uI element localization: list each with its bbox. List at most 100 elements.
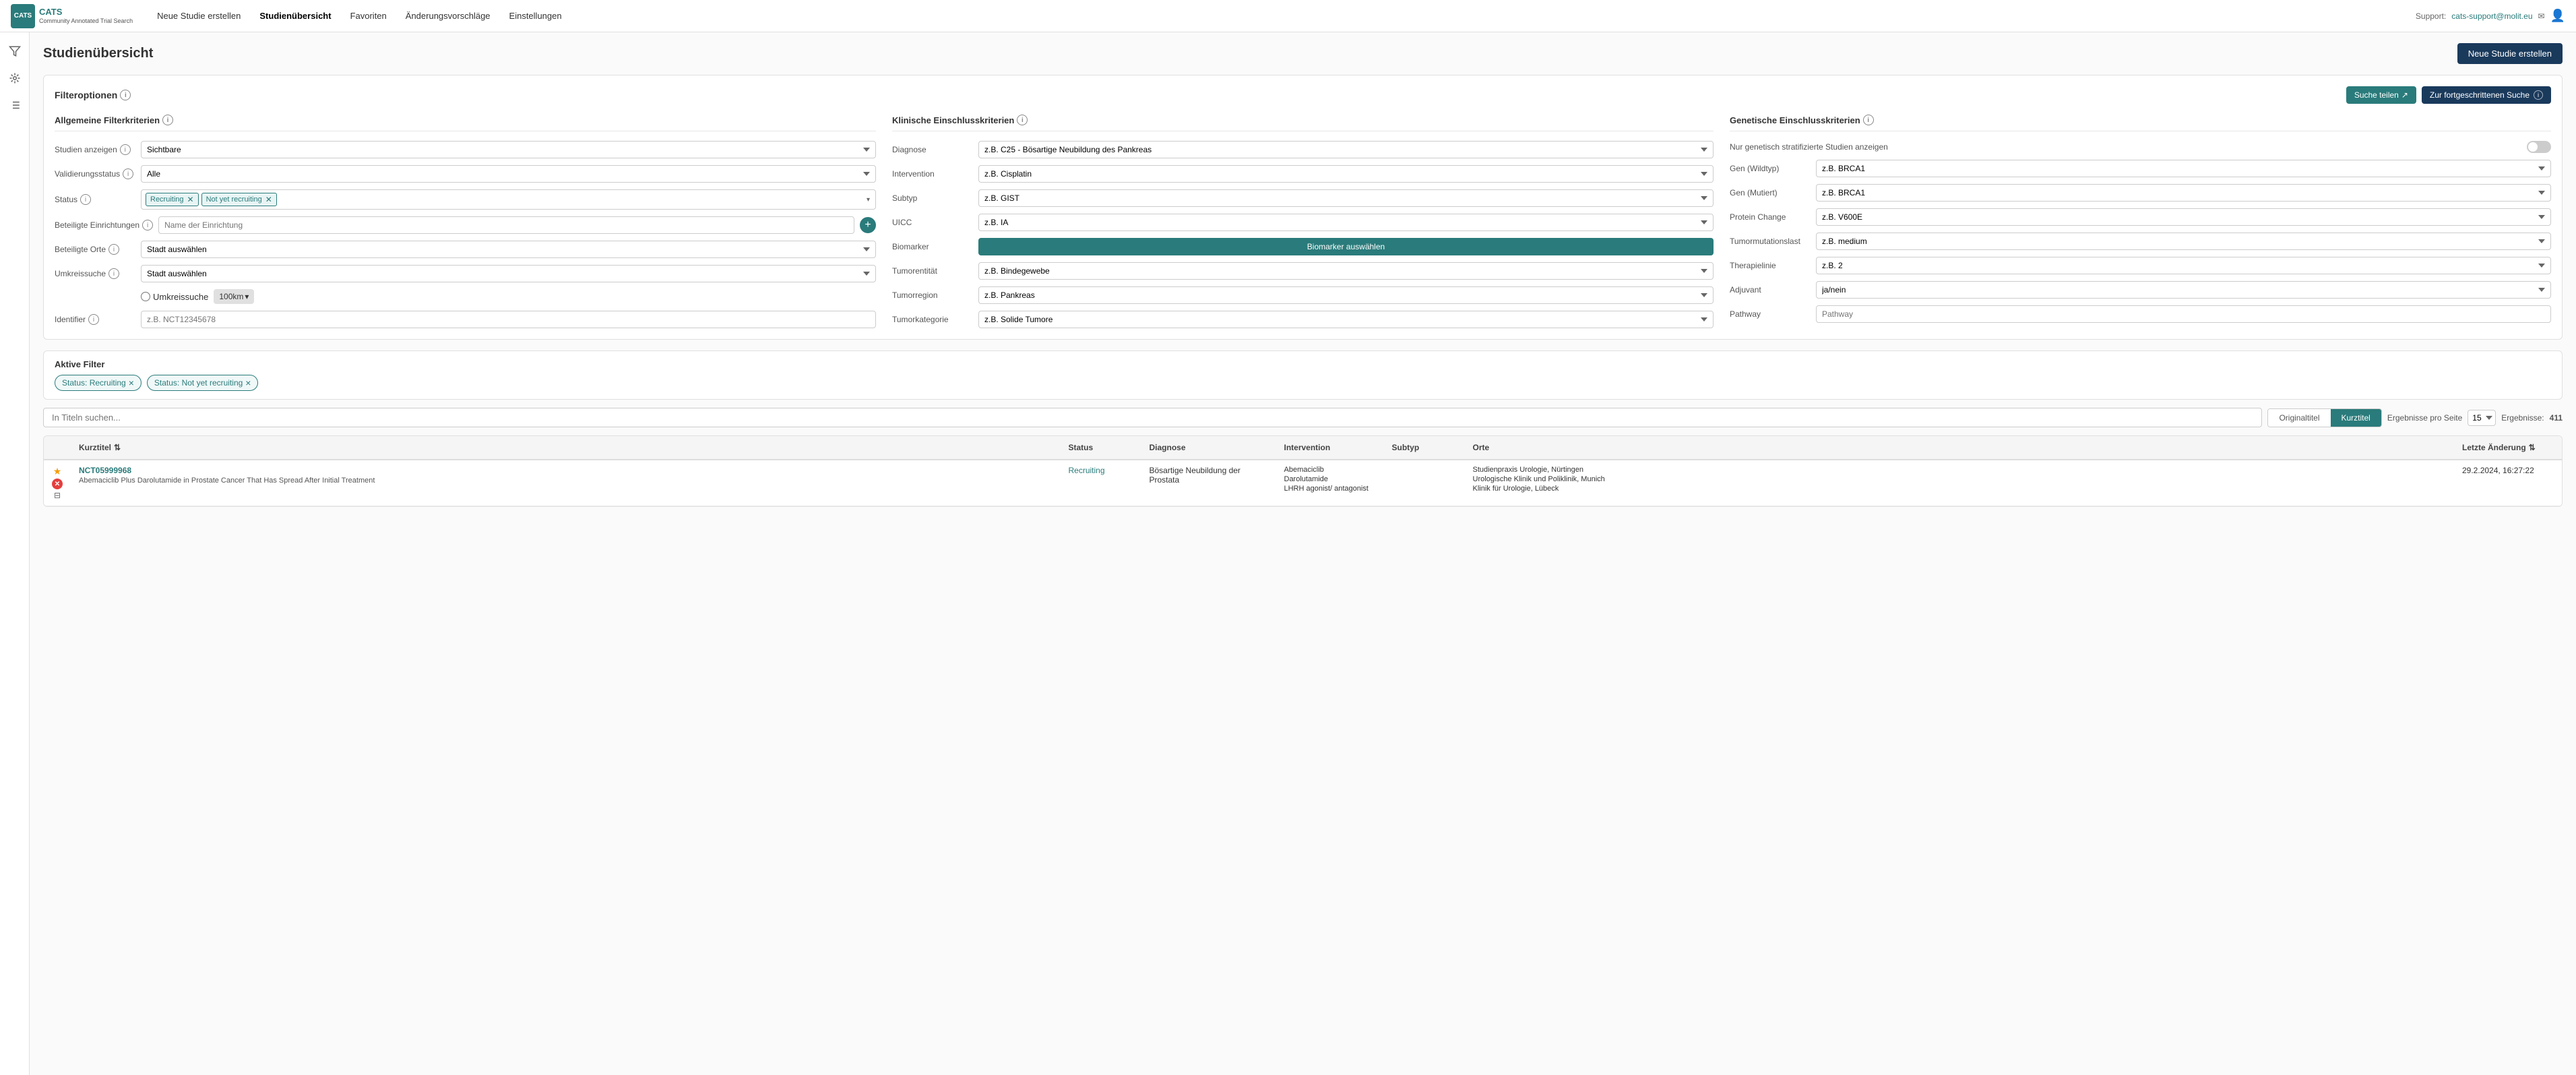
studien-anzeigen-info[interactable]: i	[120, 144, 131, 155]
nav-einstellungen[interactable]: Einstellungen	[501, 7, 570, 25]
gen-mutiert-select[interactable]: z.B. BRCA1	[1816, 184, 2551, 202]
uicc-select[interactable]: z.B. IA	[978, 214, 1714, 231]
beteiligte-orte-select[interactable]: Stadt auswählen	[141, 241, 876, 258]
umkreissuche-radio-label: Umkreissuche	[153, 292, 208, 302]
status-dropdown-arrow[interactable]: ▾	[865, 195, 871, 205]
diagnose-label: Diagnose	[892, 145, 973, 154]
intervention-select[interactable]: z.B. Cisplatin	[978, 165, 1714, 183]
clinical-info-icon[interactable]: i	[1017, 115, 1028, 125]
status-tag-recruiting[interactable]: Recruiting ✕	[146, 193, 199, 206]
advanced-search-button[interactable]: Zur fortgeschrittenen Suche i	[2422, 86, 2551, 104]
tumorentität-select[interactable]: z.B. Bindegewebe	[978, 262, 1714, 280]
sidebar-filter-icon[interactable]	[4, 40, 26, 62]
protein-change-select[interactable]: z.B. V600E	[1816, 208, 2551, 226]
study-nct-link[interactable]: NCT05999968	[79, 466, 131, 475]
active-filters-section: Aktive Filter Status: Recruiting × Statu…	[43, 350, 2563, 400]
status-label: Status i	[55, 194, 135, 205]
status-filter-container[interactable]: Recruiting ✕ Not yet recruiting ✕ ▾	[141, 189, 876, 210]
filter-header: Filteroptionen i Suche teilen ↗ Zur fort…	[55, 86, 2551, 104]
study-subtitle: Abemaciclib Plus Darolutamide in Prostat…	[79, 477, 1053, 485]
identifier-row: Identifier i	[55, 311, 876, 328]
new-study-button-top[interactable]: Neue Studie erstellen	[2457, 43, 2563, 64]
th-letzte-aenderung[interactable]: Letzte Änderung ⇅	[2454, 436, 2562, 459]
subtyp-select[interactable]: z.B. GIST	[978, 189, 1714, 207]
tab-kurz[interactable]: Kurztitel	[2331, 409, 2381, 427]
validierungsstatus-info[interactable]: i	[123, 168, 133, 179]
nav-favoriten[interactable]: Favoriten	[342, 7, 395, 25]
tumorregion-select[interactable]: z.B. Pankreas	[978, 286, 1714, 304]
beteiligte-einrichtungen-label: Beteiligte Einrichtungen i	[55, 220, 153, 231]
tumorkategorie-select[interactable]: z.B. Solide Tumore	[978, 311, 1714, 328]
clinical-filters-col: Klinische Einschlusskriterien i Diagnose…	[892, 115, 1714, 328]
star-icon[interactable]: ★	[53, 466, 62, 477]
pathway-row: Pathway	[1730, 305, 2551, 323]
th-kurztitel[interactable]: Kurztitel ⇅	[71, 436, 1061, 459]
nav-links: Neue Studie erstellen Studienübersicht F…	[149, 7, 570, 25]
status-info[interactable]: i	[80, 194, 91, 205]
therapielinie-select[interactable]: z.B. 2	[1816, 257, 2551, 274]
general-info-icon[interactable]: i	[162, 115, 173, 125]
nur-genetisch-label: Nur genetisch stratifizierte Studien anz…	[1730, 142, 2521, 152]
tab-original[interactable]: Originaltitel	[2268, 409, 2330, 427]
biomarker-button[interactable]: Biomarker auswählen	[978, 238, 1714, 255]
tumormutationslast-select[interactable]: z.B. medium	[1816, 233, 2551, 250]
identifier-label: Identifier i	[55, 314, 135, 325]
share-search-button[interactable]: Suche teilen ↗	[2346, 86, 2416, 104]
umkreissuche-info[interactable]: i	[108, 268, 119, 279]
umkreissuche-city-select[interactable]: Stadt auswählen	[141, 265, 876, 282]
tumorentität-label: Tumorentität	[892, 266, 973, 276]
tumorkategorie-label: Tumorkategorie	[892, 315, 973, 324]
genetic-info-icon[interactable]: i	[1863, 115, 1874, 125]
nav-änderungsvorschläge[interactable]: Änderungsvorschläge	[398, 7, 499, 25]
nav-studienübersicht[interactable]: Studienübersicht	[251, 7, 339, 25]
remove-not-yet-tag[interactable]: ✕	[265, 195, 272, 204]
umkreissuche-radio-btn[interactable]	[141, 292, 150, 301]
validierungsstatus-label: Validierungsstatus i	[55, 168, 135, 179]
status-value: Recruiting	[1069, 466, 1105, 475]
km-dropdown-arrow[interactable]: ▾	[245, 292, 249, 301]
adjuvant-label: Adjuvant	[1730, 285, 1811, 295]
filteroptionen-info-icon[interactable]: i	[120, 90, 131, 100]
km-badge[interactable]: 100km ▾	[214, 289, 254, 304]
diagnose-value: Bösartige Neubildung der Prostata	[1150, 466, 1240, 485]
adjuvant-select[interactable]: ja/nein	[1816, 281, 2551, 299]
active-tag-not-yet[interactable]: Status: Not yet recruiting ×	[147, 375, 259, 391]
validierungsstatus-select[interactable]: Alle	[141, 165, 876, 183]
intervention-item: Darolutamide	[1284, 475, 1376, 483]
beteiligte-einrichtungen-input[interactable]	[158, 216, 854, 234]
diagnose-select[interactable]: z.B. C25 - Bösartige Neubildung des Pank…	[978, 141, 1714, 158]
sidebar-list-icon[interactable]	[4, 94, 26, 116]
beteiligte-orte-label: Beteiligte Orte i	[55, 244, 135, 255]
remove-not-yet-active[interactable]: ×	[245, 378, 251, 388]
doc-icon[interactable]: ⊟	[54, 491, 61, 500]
add-einrichtung-button[interactable]: +	[860, 217, 876, 233]
tumorregion-label: Tumorregion	[892, 290, 973, 300]
results-per-page-select[interactable]: 15	[2468, 410, 2496, 426]
intervention-item: Abemaciclib	[1284, 466, 1376, 474]
beteiligte-orte-info[interactable]: i	[108, 244, 119, 255]
active-filters-title: Aktive Filter	[55, 359, 2551, 369]
gen-wildtyp-select[interactable]: z.B. BRCA1	[1816, 160, 2551, 177]
share-icon: ↗	[2401, 90, 2408, 100]
therapielinie-row: Therapielinie z.B. 2	[1730, 257, 2551, 274]
sidebar-network-icon[interactable]	[4, 67, 26, 89]
nav-neue-studie[interactable]: Neue Studie erstellen	[149, 7, 249, 25]
th-orte: Orte	[1465, 436, 2455, 459]
support-email[interactable]: cats-support@molit.eu	[2451, 11, 2532, 21]
search-input[interactable]	[43, 408, 2262, 427]
logo-subtext: Community Annotated Trial Search	[39, 18, 133, 24]
remove-recruiting-active[interactable]: ×	[129, 378, 134, 388]
nur-genetisch-toggle[interactable]	[2527, 141, 2551, 153]
studien-anzeigen-select[interactable]: Sichtbare	[141, 141, 876, 158]
tumorkategorie-row: Tumorkategorie z.B. Solide Tumore	[892, 311, 1714, 328]
identifier-info[interactable]: i	[88, 314, 99, 325]
tumorregion-row: Tumorregion z.B. Pankreas	[892, 286, 1714, 304]
active-tag-recruiting[interactable]: Status: Recruiting ×	[55, 375, 142, 391]
identifier-input[interactable]	[141, 311, 876, 328]
pathway-input[interactable]	[1816, 305, 2551, 323]
error-icon[interactable]: ✕	[52, 479, 63, 489]
user-icon[interactable]: 👤	[2550, 9, 2565, 23]
remove-recruiting-tag[interactable]: ✕	[187, 195, 194, 204]
status-tag-not-yet[interactable]: Not yet recruiting ✕	[201, 193, 277, 206]
beteiligte-einrichtungen-info[interactable]: i	[142, 220, 153, 231]
